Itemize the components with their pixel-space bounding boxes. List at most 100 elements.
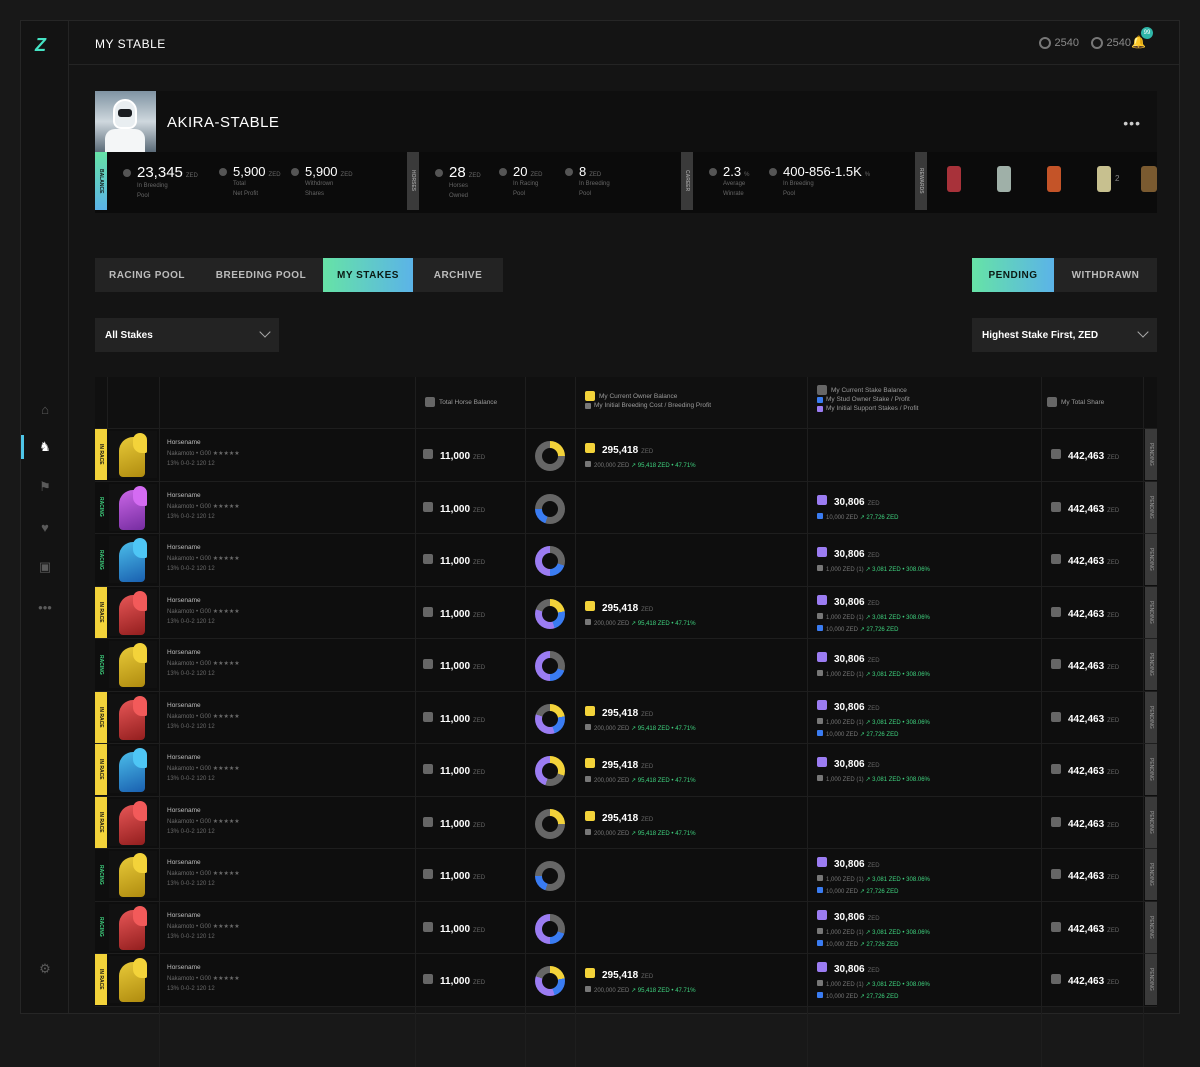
pending-badge[interactable]: PENDING — [1145, 691, 1157, 743]
horse-name[interactable]: Horsename — [167, 544, 201, 551]
horse-name[interactable]: Horsename — [167, 964, 201, 971]
horses-tab[interactable]: HORSES — [407, 152, 419, 210]
status-badge: RACING — [95, 534, 107, 585]
table-row[interactable]: IN RACE Horsename Nakamoto • G00 ★★★★★ 13% … — [95, 586, 1157, 639]
horse-name[interactable]: Horsename — [167, 912, 201, 919]
stakes-table: Total Horse Balance My Current Owner Bal… — [95, 377, 1157, 1067]
gold-coin-icon — [585, 758, 595, 768]
more-icon[interactable]: ••• — [37, 599, 53, 615]
table-row[interactable]: RACING Horsename Nakamoto • G00 ★★★★★ 13% 0… — [95, 849, 1157, 902]
horse-icon[interactable]: ♞ — [37, 439, 53, 455]
total-horse-balance: 11,000 ZED — [423, 764, 485, 777]
table-row[interactable]: IN RACE Horsename Nakamoto • G00 ★★★★★ 13% … — [95, 429, 1157, 482]
horse-meta: Nakamoto • G00 ★★★★★ — [167, 608, 240, 615]
table-row[interactable]: RACING Horsename Nakamoto • G00 ★★★★★ 13% 0… — [95, 534, 1157, 587]
tab-archive[interactable]: ARCHIVE — [413, 258, 503, 292]
total-share: 442,463 ZED — [1051, 659, 1119, 672]
header-stake-balance: My Current Stake Balance My Stud Owner S… — [817, 385, 918, 413]
table-row[interactable]: IN RACE Horsename Nakamoto • G00 ★★★★★ 13% … — [95, 954, 1157, 1007]
table-row[interactable]: IN RACE Horsename Nakamoto • G00 ★★★★★ 13% … — [95, 744, 1157, 797]
stakes-filter-dropdown[interactable]: All Stakes — [95, 318, 279, 352]
table-row[interactable]: RACING Horsename Nakamoto • G00 ★★★★★ 13% 0… — [95, 481, 1157, 534]
pending-badge[interactable]: PENDING — [1145, 954, 1157, 1005]
pending-badge[interactable]: PENDING — [1145, 796, 1157, 848]
horse-image[interactable] — [109, 693, 157, 741]
stat-horses-owned: 28 ZED Horses Owned — [435, 164, 481, 201]
horse-image[interactable] — [109, 746, 157, 793]
coin-icon — [585, 986, 591, 992]
horse-name[interactable]: Horsename — [167, 597, 201, 604]
stable-stats: BALANCE 23,345 ZED In Breeding Pool 5,900 Z… — [95, 152, 1157, 213]
horse-image[interactable] — [109, 851, 157, 898]
total-horse-balance: 11,000 ZED — [423, 659, 485, 672]
table-row[interactable]: RACING Horsename Nakamoto • G00 ★★★★★ 13% 0… — [95, 901, 1157, 954]
app-frame: Z ⌂ ♞ ⚑ ♥ ▣ ••• ⚙ MY STABLE 2540 2540 🔔 … — [20, 20, 1180, 1067]
horse-stats: 13% 0-0-2 120 12 — [167, 461, 215, 467]
horse-name[interactable]: Horsename — [167, 754, 201, 761]
tab-my-stakes[interactable]: MY STAKES — [323, 258, 413, 292]
total-horse-balance: 11,000 ZED — [423, 816, 485, 830]
flag-icon[interactable]: ⚑ — [37, 479, 53, 495]
bell-icon[interactable]: 🔔 — [1131, 35, 1146, 49]
pending-badge[interactable]: PENDING — [1145, 429, 1157, 480]
table-row[interactable]: IN RACE Horsename Nakamoto • G00 ★★★★★ 13% … — [95, 796, 1157, 849]
settings-icon[interactable]: ⚙ — [37, 961, 53, 977]
percent-icon — [817, 547, 827, 557]
horse-image[interactable] — [109, 536, 157, 583]
reward-badge-icon[interactable] — [1097, 166, 1111, 192]
share-donut — [535, 966, 565, 996]
header-owner-balance: My Current Owner Balance My Initial Bree… — [585, 391, 711, 410]
shop-icon[interactable]: ▣ — [37, 559, 53, 575]
pending-badge[interactable]: PENDING — [1145, 639, 1157, 690]
tab-racing-pool[interactable]: RACING POOL — [95, 258, 199, 292]
horse-name[interactable]: Horsename — [167, 807, 201, 814]
pending-badge[interactable]: PENDING — [1145, 849, 1157, 900]
horse-name[interactable]: Horsename — [167, 439, 201, 446]
stable-name: AKIRA-STABLE — [167, 114, 280, 131]
heart-icon[interactable]: ♥ — [37, 519, 53, 535]
stake-line: 1,000 ZED (1) ↗ 3,081 ZED • 308.06% — [817, 565, 930, 573]
career-tab[interactable]: CAREER — [681, 152, 693, 210]
horse-image[interactable] — [109, 588, 157, 636]
pending-badge[interactable]: PENDING — [1145, 901, 1157, 953]
horse-image[interactable] — [109, 903, 157, 951]
pending-badge[interactable]: PENDING — [1145, 481, 1157, 533]
sort-dropdown[interactable]: Highest Stake First, ZED — [972, 318, 1157, 352]
home-icon[interactable]: ⌂ — [37, 401, 53, 417]
pending-badge[interactable]: PENDING — [1145, 534, 1157, 585]
stake-balance: 30,806 ZED — [817, 494, 880, 508]
total-share: 442,463 ZED — [1051, 554, 1119, 567]
az-coin-icon — [1090, 37, 1103, 49]
horse-name[interactable]: Horsename — [167, 649, 201, 656]
logo[interactable]: Z — [35, 35, 57, 55]
horse-image[interactable] — [109, 798, 157, 846]
pending-badge[interactable]: PENDING — [1145, 586, 1157, 638]
table-row[interactable]: RACING Horsename Nakamoto • G00 ★★★★★ 13% 0… — [95, 639, 1157, 692]
horse-image[interactable] — [109, 641, 157, 688]
reward-badge-icon[interactable] — [997, 166, 1011, 192]
reward-badge-icon[interactable] — [1141, 166, 1157, 192]
tab-breeding-pool[interactable]: BREEDING POOL — [199, 258, 323, 292]
horse-name[interactable]: Horsename — [167, 859, 201, 866]
hex-icon — [423, 449, 433, 459]
coin-icon — [585, 723, 591, 730]
table-row[interactable]: IN RACE Horsename Nakamoto • G00 ★★★★★ 13% … — [95, 691, 1157, 744]
rewards-tab[interactable]: REWARDS — [915, 152, 927, 210]
tab-withdrawn[interactable]: WITHDRAWN — [1054, 258, 1157, 292]
zed-icon — [219, 168, 227, 176]
horse-icon — [435, 169, 443, 177]
horse-name[interactable]: Horsename — [167, 492, 201, 499]
pending-badge[interactable]: PENDING — [1145, 744, 1157, 795]
horse-name[interactable]: Horsename — [167, 702, 201, 709]
horse-image[interactable] — [109, 431, 157, 478]
reward-badge-icon[interactable] — [1047, 166, 1061, 192]
more-options-icon[interactable]: ••• — [1123, 115, 1141, 131]
top-bar: MY STABLE 2540 2540 🔔 99 — [69, 21, 1179, 65]
tab-pending[interactable]: PENDING — [972, 258, 1054, 292]
horse-image[interactable] — [109, 956, 157, 1003]
horse-image[interactable] — [109, 483, 157, 531]
gold-coin-icon — [585, 391, 595, 401]
reward-badge-icon[interactable] — [947, 166, 961, 192]
horse-meta: Nakamoto • G00 ★★★★★ — [167, 976, 240, 982]
percent-icon — [817, 494, 827, 505]
